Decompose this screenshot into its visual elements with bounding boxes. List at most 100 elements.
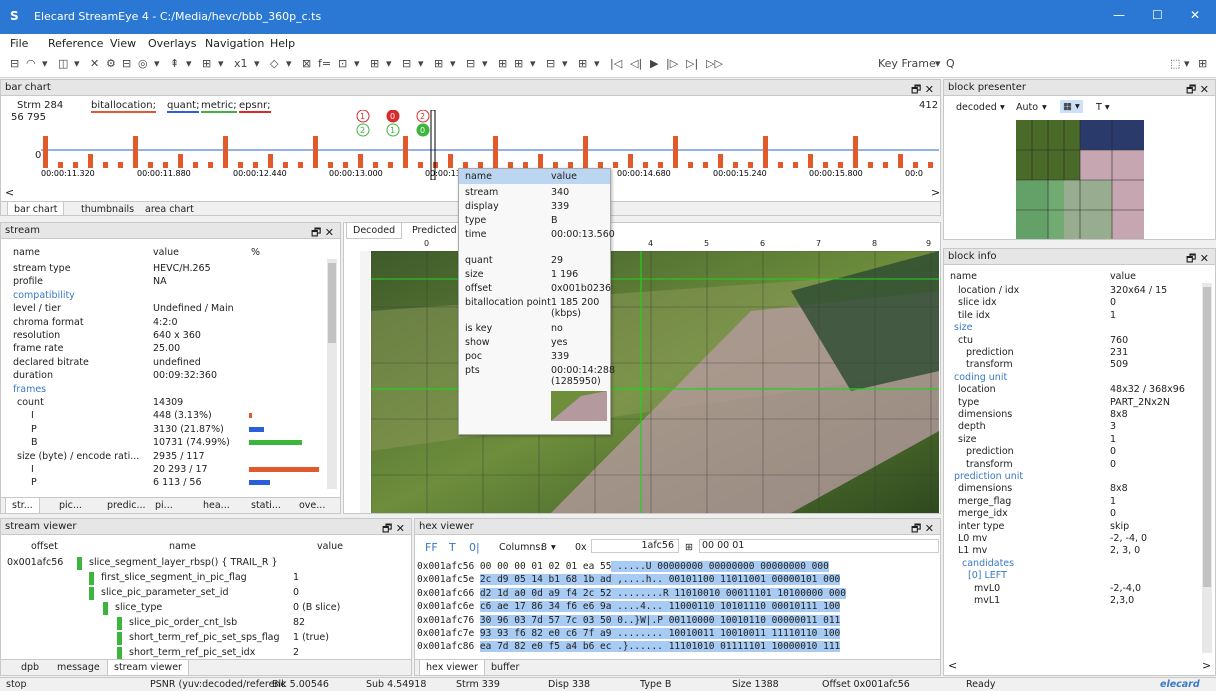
bar[interactable] bbox=[403, 136, 408, 168]
toolbar-icon[interactable]: f= bbox=[318, 57, 331, 70]
bar[interactable] bbox=[418, 162, 423, 168]
toolbar-icon[interactable]: ⊞ bbox=[370, 57, 379, 70]
bar[interactable] bbox=[148, 162, 153, 168]
text-icon[interactable]: T ▾ bbox=[1096, 102, 1110, 113]
bar[interactable] bbox=[373, 162, 378, 168]
search-icon[interactable]: Q bbox=[946, 57, 955, 70]
binary-toggle[interactable]: 0| bbox=[469, 541, 480, 554]
bar[interactable] bbox=[823, 162, 828, 168]
tab-stream-1[interactable]: pic... bbox=[53, 498, 88, 513]
bar[interactable] bbox=[583, 136, 588, 168]
hex-row[interactable]: 0x001afc7e 93 93 f6 82 e0 c6 7f a9 .....… bbox=[417, 628, 841, 639]
toolbar-icon[interactable]: |◁ bbox=[610, 57, 622, 70]
tab-stream-0[interactable]: str... bbox=[5, 498, 40, 513]
toolbar-icon[interactable]: ⚙ bbox=[106, 57, 116, 70]
keyframe-chevron-icon[interactable]: ▾ bbox=[935, 57, 941, 70]
bar[interactable] bbox=[238, 162, 243, 168]
bar[interactable] bbox=[388, 162, 393, 168]
toolbar-icon[interactable]: ⊡ bbox=[338, 57, 347, 70]
toolbar-icon[interactable]: |▷ bbox=[666, 57, 678, 70]
bar[interactable] bbox=[328, 162, 333, 168]
syntax-element-name[interactable]: slice_pic_parameter_set_id bbox=[101, 587, 229, 598]
toolbar-icon[interactable]: ▾ bbox=[562, 57, 568, 70]
hex-row[interactable]: 0x001afc5e 2c d9 05 14 b1 68 1b ad ,....… bbox=[417, 574, 841, 586]
panel-float-close-icon[interactable]: 🗗 ✕ bbox=[382, 520, 405, 539]
columns-chevron-icon[interactable]: ▾ bbox=[551, 542, 556, 553]
bar[interactable] bbox=[43, 136, 48, 168]
bar[interactable] bbox=[283, 162, 288, 168]
toolbar-icon[interactable]: ⊟ bbox=[402, 57, 411, 70]
bar[interactable] bbox=[448, 154, 453, 168]
bar[interactable] bbox=[58, 162, 63, 168]
bar[interactable] bbox=[628, 154, 633, 168]
bar[interactable] bbox=[298, 162, 303, 168]
tab-stream-6[interactable]: ove... bbox=[293, 498, 331, 513]
scroll-left-icon[interactable]: < bbox=[948, 659, 957, 672]
auto-chevron-icon[interactable]: ▾ bbox=[1042, 102, 1047, 113]
toolbar-icon[interactable]: ⊞ bbox=[498, 57, 507, 70]
toolbar-icon[interactable]: ▾ bbox=[154, 57, 160, 70]
syntax-element-name[interactable]: slice_type bbox=[115, 602, 162, 613]
bar[interactable] bbox=[673, 136, 678, 168]
maximize-button[interactable]: ☐ bbox=[1152, 8, 1163, 22]
toolbar-icon[interactable]: ⊟ bbox=[10, 57, 19, 70]
syntax-element-name[interactable]: short_term_ref_pic_set_sps_flag bbox=[129, 632, 280, 643]
tab-dpb[interactable]: dpb bbox=[15, 660, 45, 675]
grid-overlay-icon[interactable]: ▦ ▾ bbox=[1060, 100, 1083, 113]
panel-float-close-icon[interactable]: 🗗 ✕ bbox=[911, 81, 934, 100]
tab-hex-viewer[interactable]: hex viewer bbox=[419, 660, 485, 675]
tab-stream-2[interactable]: predic... bbox=[101, 498, 152, 513]
tab-decoded[interactable]: Decoded bbox=[346, 223, 403, 239]
bar[interactable] bbox=[133, 136, 138, 168]
bar[interactable] bbox=[208, 162, 213, 168]
bar[interactable] bbox=[703, 162, 708, 168]
bar[interactable] bbox=[118, 162, 123, 168]
toolbar-icon[interactable]: ⊞ bbox=[202, 57, 211, 70]
toolbar-icon[interactable]: ▾ bbox=[482, 57, 488, 70]
syntax-element-name[interactable]: slice_segment_layer_rbsp() { TRAIL_R } bbox=[89, 557, 278, 568]
toolbar-icon[interactable]: ⊞ bbox=[514, 57, 523, 70]
toolbar-icon[interactable]: ⊞ bbox=[578, 57, 587, 70]
syntax-element-name[interactable]: first_slice_segment_in_pic_flag bbox=[101, 572, 247, 583]
toolbar-icon[interactable]: ◁| bbox=[630, 57, 642, 70]
decoded-dropdown[interactable]: decoded bbox=[956, 102, 997, 113]
bar[interactable] bbox=[643, 162, 648, 168]
menu-help[interactable]: Help bbox=[270, 37, 295, 50]
toolbar-icon[interactable]: ▾ bbox=[450, 57, 456, 70]
toolbar-icon[interactable]: ✕ bbox=[90, 57, 99, 70]
scroll-right-icon[interactable]: > bbox=[1202, 659, 1211, 672]
toolbar-icon[interactable]: ◎ bbox=[138, 57, 148, 70]
scroll-left-icon[interactable]: < bbox=[5, 186, 14, 199]
panel-float-close-icon[interactable]: 🗗 ✕ bbox=[1186, 81, 1209, 100]
bar[interactable] bbox=[748, 162, 753, 168]
bar[interactable] bbox=[883, 162, 888, 168]
grid-icon[interactable]: ⊞ bbox=[1198, 57, 1207, 70]
toolbar-icon[interactable]: ▷▷ bbox=[706, 57, 723, 70]
layout-icon[interactable]: ⬚ bbox=[1170, 57, 1180, 70]
tab-area-chart[interactable]: area chart bbox=[139, 202, 200, 215]
hex-row[interactable]: 0x001afc76 30 96 03 7d 57 7c 03 50 0..}W… bbox=[417, 614, 841, 626]
panel-float-close-icon[interactable]: 🗗 ✕ bbox=[911, 520, 934, 539]
bar[interactable] bbox=[868, 162, 873, 168]
bar[interactable] bbox=[763, 136, 768, 168]
menu-reference[interactable]: Reference bbox=[48, 37, 103, 50]
bar[interactable] bbox=[688, 162, 693, 168]
tab-bar-chart[interactable]: bar chart bbox=[7, 202, 65, 215]
menu-view[interactable]: View bbox=[110, 37, 136, 50]
keyframe-dropdown[interactable]: Key Frame bbox=[878, 57, 936, 70]
minimize-button[interactable]: — bbox=[1113, 8, 1125, 22]
tab-stream-4[interactable]: hea... bbox=[197, 498, 236, 513]
bar[interactable] bbox=[853, 136, 858, 168]
bar[interactable] bbox=[913, 162, 918, 168]
toolbar-icon[interactable]: ▾ bbox=[594, 57, 600, 70]
bar[interactable] bbox=[793, 162, 798, 168]
bar[interactable] bbox=[658, 162, 663, 168]
bar[interactable] bbox=[103, 162, 108, 168]
search-bytes-input[interactable]: 00 00 01 bbox=[699, 539, 939, 553]
bar[interactable] bbox=[733, 162, 738, 168]
block-zoom-image[interactable] bbox=[1016, 120, 1144, 240]
bar[interactable] bbox=[613, 162, 618, 168]
toolbar-icon[interactable]: ▶ bbox=[650, 57, 658, 70]
scroll-right-icon[interactable]: > bbox=[931, 186, 940, 199]
bar[interactable] bbox=[88, 154, 93, 168]
